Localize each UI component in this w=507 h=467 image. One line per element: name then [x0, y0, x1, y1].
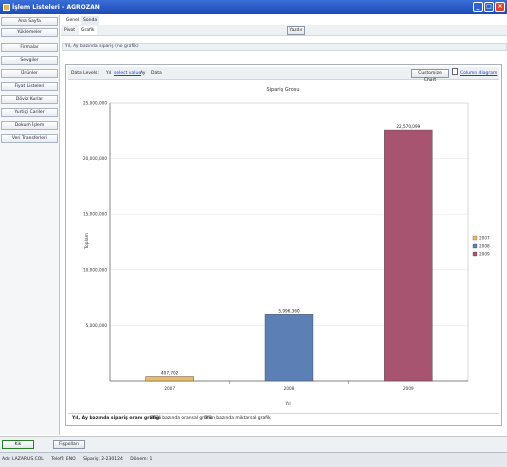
y-tick-label: 20,000,000 [83, 156, 107, 161]
minimize-button[interactable]: _ [473, 2, 483, 12]
chart-controls: Data Levels: Yıl select value Ay Data Cu… [68, 67, 499, 83]
legend-label: 2007 [479, 236, 490, 241]
sidebar-item-yurtici-cariler[interactable]: Yurtiçi Cariler [1, 108, 58, 117]
app-icon [3, 3, 10, 11]
sidebar-item-doviz-kurlar[interactable]: Döviz Kurlar [1, 95, 58, 104]
tab-product-ratio-chart[interactable]: Ürün bazında oransal grafik [150, 416, 212, 421]
x-tick-label: 2008 [284, 386, 295, 391]
legend-swatch [472, 235, 478, 241]
tab-product-quantity-chart[interactable]: Ürün bazında miktarsal grafik [204, 416, 271, 421]
legend-swatch [472, 243, 478, 249]
sidebar-item-fiyat-listeleri[interactable]: Fiyat Listeleri [1, 82, 58, 91]
bar [384, 129, 433, 382]
legend-label: 2009 [479, 252, 490, 257]
column-diagram-link[interactable]: Column diagram [460, 71, 497, 76]
legend-label: 2008 [479, 244, 490, 249]
maximize-button[interactable]: □ [484, 2, 494, 12]
data-levels-label: Data Levels: [71, 71, 99, 76]
close-button[interactable]: × [495, 2, 505, 12]
status-period: Dönem: 1 [130, 457, 153, 462]
month-field-label[interactable]: Ay [140, 71, 145, 76]
tab-year-month-chart[interactable]: Yıl, Ay bazında sipariş oranı grafiği [72, 416, 161, 421]
y-tick-label: 5,000,000 [86, 323, 108, 328]
bottom-tabs: Yıl, Ay bazında sipariş oranı grafiği Ür… [68, 413, 499, 423]
window-title: İşlem Listeleri - AGROZAN [12, 3, 100, 11]
sidebar-item-ana-sayfa[interactable]: Ana Sayfa [1, 17, 58, 26]
bar-chart: Sipariş Grosu Toplam Yıl 5,000,000 10,000… [83, 87, 490, 407]
x-tick-label: 2009 [403, 386, 414, 391]
bar-value-label: 5,996,360 [278, 308, 300, 313]
y-axis-label: Toplam [84, 233, 90, 250]
y-tick-label: 10,000,000 [83, 267, 107, 272]
tab-genel[interactable]: Genel [64, 16, 81, 25]
legend-swatch [472, 251, 478, 257]
y-tick-label: 15,000,000 [83, 212, 107, 217]
customize-chart-button[interactable]: Customize Chart [411, 69, 449, 83]
chart-panel: Data Levels: Yıl select value Ay Data Cu… [65, 64, 502, 426]
view-toolbar: Pivot Grafik Yazdır [61, 25, 507, 36]
sidebar-item-veri-transferleri[interactable]: Veri Transferleri [1, 134, 58, 143]
tab-pivot[interactable]: Pivot [62, 26, 77, 35]
sidebar: Ana Sayfa Yüklemeler Firmalar Sevgiler Ü… [0, 15, 60, 435]
sidebar-item-firmalar[interactable]: Firmalar [1, 43, 58, 52]
ok-button[interactable]: Kik [2, 440, 34, 449]
status-bar: Adı: LAZARUS.COL Telefİ: ENO Sipariş: 2-… [0, 452, 507, 467]
main-area: Genel Sonda Pivot Grafik Yazdır Yıl, Ay … [61, 15, 507, 435]
sidebar-item-sevgiler[interactable]: Sevgiler [1, 56, 58, 65]
bar [145, 376, 194, 382]
x-tick-label: 2007 [164, 386, 175, 391]
x-axis-label: Yıl [284, 401, 290, 407]
tab-sonda[interactable]: Sonda [81, 16, 100, 25]
status-order: Sipariş: 2-230124 [83, 457, 123, 462]
sidebar-item-urunler[interactable]: Ürünler [1, 69, 58, 78]
year-field-label: Yıl [106, 71, 112, 76]
select-value-link[interactable]: select value [114, 71, 141, 76]
data-field-label[interactable]: Data [151, 71, 162, 76]
breadcrumb: Yıl, Ay bazında sipariş (no grafik) [62, 43, 507, 51]
print-button[interactable]: Yazdır [287, 26, 305, 35]
bar-value-label: 22,570,099 [396, 124, 420, 129]
footer-bar: Kik Fişpolları [0, 436, 507, 452]
status-phone: Telefİ: ENO [51, 457, 76, 462]
chart-title: Sipariş Grosu [266, 87, 299, 93]
bar [264, 314, 314, 382]
window-titlebar: İşlem Listeleri - AGROZAN _ □ × [0, 0, 507, 14]
options-button[interactable]: Fişpolları [53, 440, 85, 449]
sidebar-item-dokum-islem[interactable]: Dokum İşlem [1, 121, 58, 130]
tab-grafik[interactable]: Grafik [79, 26, 97, 35]
column-diagram-icon [452, 68, 458, 75]
sidebar-item-yuklemeler[interactable]: Yüklemeler [1, 28, 58, 37]
bar-value-label: 407,702 [161, 370, 179, 375]
y-tick-label: 25,000,000 [83, 101, 107, 106]
status-user: Adı: LAZARUS.COL [2, 457, 44, 462]
